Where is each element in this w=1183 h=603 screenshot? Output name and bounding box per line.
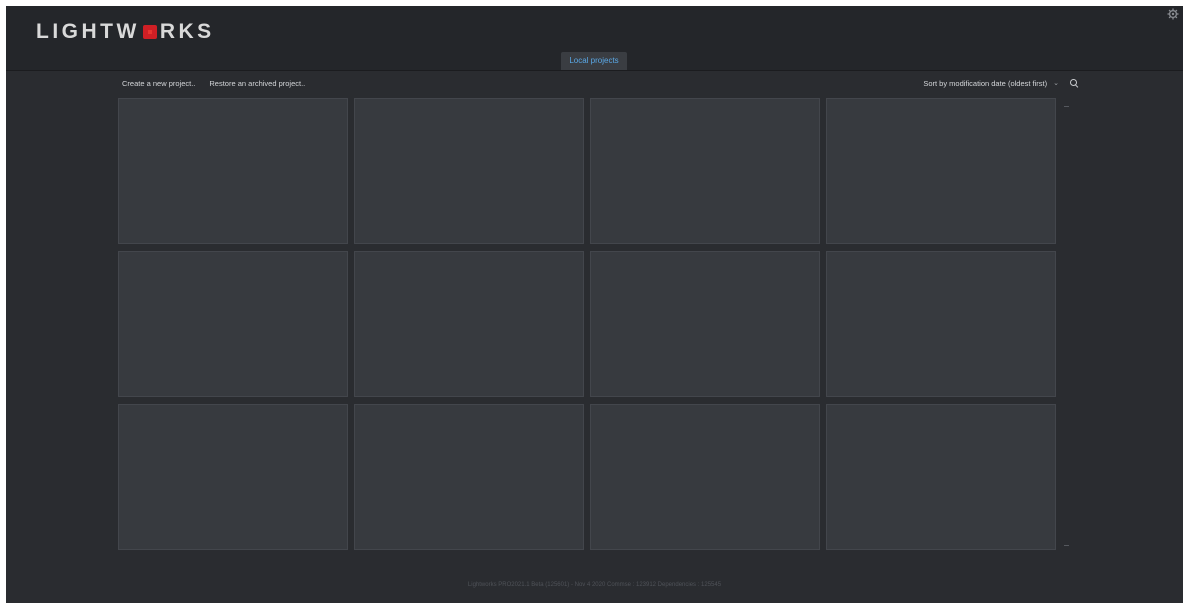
project-tile[interactable] (354, 404, 584, 550)
logo-o-mark-icon (142, 25, 157, 39)
logo-text-start: LIGHTW (36, 20, 140, 43)
project-tile[interactable] (118, 98, 348, 244)
project-tile[interactable] (826, 251, 1056, 397)
version-footer: Lightworks PRO2021.1 Beta (125601) - Nov… (467, 582, 722, 588)
project-tile[interactable] (354, 251, 584, 397)
logo-text-end: RKS (159, 20, 215, 43)
project-tile[interactable] (590, 404, 820, 550)
lightworks-logo: LIGHTW RKS (36, 20, 215, 44)
project-tile[interactable] (826, 98, 1056, 244)
app-window: LIGHTW RKS Local projects Create a new p… (6, 6, 1183, 603)
top-bar: LIGHTW RKS Local projects (6, 6, 1183, 71)
sort-dropdown[interactable]: Sort by modification date (oldest first) (923, 79, 1047, 88)
search-icon-handle (1074, 84, 1079, 88)
search-icon[interactable] (1069, 78, 1079, 88)
scrollbar-top-mark (1064, 106, 1069, 107)
project-tile[interactable] (826, 404, 1056, 550)
chevron-down-icon[interactable]: ⌄ (1053, 79, 1059, 87)
project-tile[interactable] (354, 98, 584, 244)
project-tile[interactable] (118, 251, 348, 397)
create-project-button[interactable]: Create a new project.. (122, 79, 195, 88)
project-tile[interactable] (590, 98, 820, 244)
screenshot-frame: LIGHTW RKS Local projects Create a new p… (0, 0, 1183, 603)
scrollbar-bottom-mark (1064, 545, 1069, 546)
scrollbar[interactable] (1062, 98, 1072, 550)
tab-local-projects[interactable]: Local projects (561, 52, 627, 70)
project-tile[interactable] (118, 404, 348, 550)
gear-icon[interactable] (1167, 8, 1179, 20)
gear-icon-svg (1167, 8, 1179, 20)
project-grid (118, 98, 1058, 550)
restore-archived-project-button[interactable]: Restore an archived project.. (209, 79, 305, 88)
project-actions: Create a new project.. Restore an archiv… (122, 79, 305, 88)
project-tile[interactable] (590, 251, 820, 397)
sort-bar: Sort by modification date (oldest first)… (923, 78, 1079, 88)
